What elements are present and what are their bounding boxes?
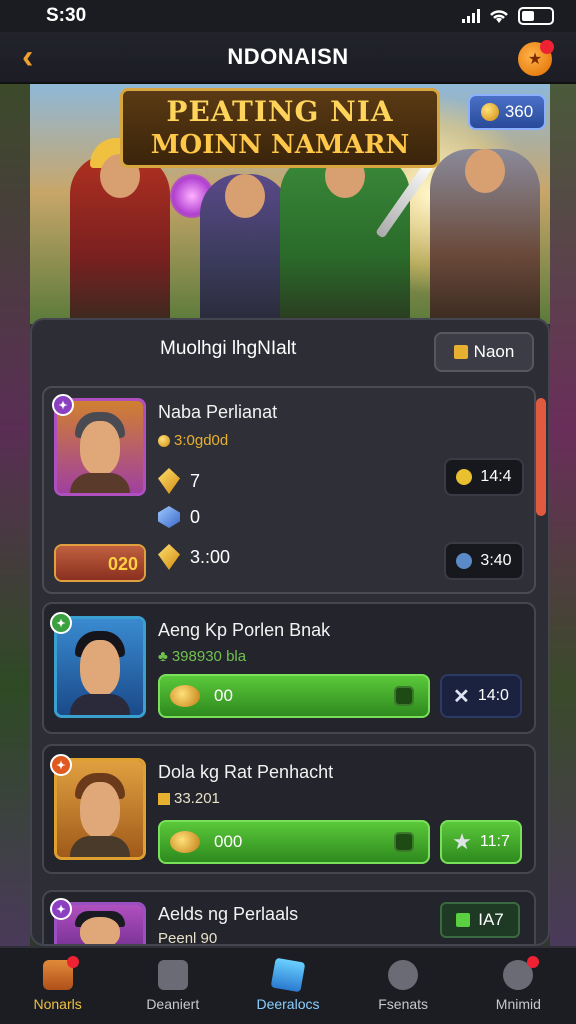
class-badge-icon: ✦	[52, 394, 74, 416]
hero-name: Naba Perlianat	[158, 402, 278, 422]
battle-button[interactable]: ✕ 14:0	[440, 674, 522, 718]
battery-icon	[518, 7, 554, 25]
event-banner[interactable]: PEATING NIA MOINN NAMARN 360	[30, 84, 550, 324]
hero-card[interactable]: ✦ Aelds ng Perlaals Peenl 90 IA7	[42, 890, 536, 946]
secondary-hero-badge: 020	[54, 544, 146, 582]
class-badge-icon: ✦	[50, 754, 72, 776]
gear-icon	[503, 956, 540, 990]
star-icon: ★	[452, 829, 472, 854]
bell-icon: ★	[527, 51, 543, 68]
hero-figure-warrior	[70, 138, 170, 324]
notification-dot	[66, 956, 79, 968]
rank-pill[interactable]: IA7	[440, 902, 520, 938]
profile-row: Muolhgi lhgNIalt Naon	[32, 320, 548, 382]
gold-coin-icon	[158, 434, 170, 447]
banner-title-line2: MOINN NAMARN	[150, 130, 410, 160]
stat-crystal: 0	[158, 506, 200, 528]
background-foliage-left	[0, 84, 30, 946]
page-title: NDONAISN	[227, 44, 349, 69]
stat-gold: 7	[158, 468, 200, 494]
back-arrow-icon[interactable]: ‹	[22, 38, 33, 77]
nav-label: Fsenats	[378, 996, 429, 1012]
hero-subtitle: Peenl 90	[158, 930, 218, 946]
nav-label: Deeralocs	[256, 996, 320, 1012]
notification-dot	[527, 956, 540, 968]
shield-pill[interactable]: 3:40	[444, 542, 524, 580]
banner-title-line1: PEATING NIA	[166, 95, 394, 128]
hero-list-panel: Muolhgi lhgNIalt Naon ✦ Naba Perlianat 3…	[30, 318, 550, 946]
hero-card[interactable]: ✦ Naba Perlianat 3:0gd0d 7 0 3.:00 020 1…	[42, 386, 536, 594]
scrollbar[interactable]	[536, 398, 546, 516]
currency-pill[interactable]: 360	[468, 94, 546, 130]
clover-icon: ♣	[158, 648, 168, 665]
nav-item-heroes[interactable]: Deeralocs	[238, 957, 338, 1012]
lock-icon	[394, 686, 414, 706]
nav-label: Deaniert	[146, 996, 200, 1012]
currency-value: 360	[504, 102, 534, 121]
hero-subtitle: ♣ 398930 bla	[158, 648, 247, 665]
nav-item-events[interactable]: Fsenats	[353, 960, 453, 1012]
nav-label: Nonarls	[33, 996, 82, 1012]
hero-name: Dola kg Rat Penhacht	[158, 762, 334, 782]
signal-icon	[462, 9, 480, 23]
wifi-icon	[490, 10, 508, 23]
gold-shield-icon	[170, 831, 200, 853]
home-icon	[42, 956, 79, 990]
nav-item-dungeon[interactable]: Deaniert	[123, 960, 223, 1012]
chest-icon	[453, 345, 468, 359]
class-badge-icon: ✦	[50, 898, 72, 920]
banner-title-plaque: PEATING NIA MOINN NAMARN	[120, 88, 440, 168]
nav-label: Mnimid	[495, 996, 541, 1012]
notification-dot	[540, 40, 554, 54]
upgrade-button[interactable]: 000	[158, 820, 430, 864]
target-icon	[388, 960, 419, 990]
hero-name: Aelds ng Perlaals	[158, 904, 299, 924]
upgrade-button[interactable]: 00	[158, 674, 430, 718]
hero-subtitle: 33.201	[158, 790, 220, 807]
status-time: S:30	[46, 5, 87, 26]
hero-name: Aeng Kp Porlen Bnak	[158, 620, 331, 640]
secondary-badge-value: 020	[107, 554, 138, 574]
notification-button[interactable]: ★	[518, 40, 554, 76]
profile-button-label: Naon	[473, 342, 515, 361]
hero-figure-barbarian	[430, 149, 540, 324]
nav-item-settings[interactable]: Mnimid	[468, 956, 568, 1012]
hero-figure-rogue	[200, 174, 290, 324]
bottom-navigation: Nonarls Deaniert Deeralocs Fsenats Mnimi…	[0, 946, 576, 1024]
status-bar: S:30	[0, 0, 576, 32]
status-icons	[462, 7, 554, 25]
shield-icon	[456, 553, 473, 569]
cube-icon	[270, 957, 306, 993]
class-badge-icon: ✦	[50, 612, 72, 634]
crossed-swords-icon: ✕	[453, 685, 470, 708]
star-button[interactable]: ★ 11:7	[440, 820, 522, 864]
profile-action-button[interactable]: Naon	[434, 332, 534, 372]
app-header: ‹ NDONAISN ★	[0, 32, 576, 84]
gold-shield-icon	[170, 685, 200, 707]
blue-crystal-icon	[158, 506, 180, 528]
hero-figure-ranger	[280, 154, 410, 324]
hero-subtitle: 3:0gd0d	[158, 432, 228, 449]
nav-item-home[interactable]: Nonarls	[8, 956, 108, 1012]
timer-pill[interactable]: 14:4	[444, 458, 524, 496]
gold-gem-icon	[158, 544, 180, 570]
hero-card[interactable]: ✦ Aeng Kp Porlen Bnak ♣ 398930 bla 00 ✕ 1…	[42, 602, 536, 734]
gold-gem-icon	[158, 468, 180, 494]
castle-icon	[157, 960, 188, 990]
profile-name: Muolhgi lhgNIalt	[160, 338, 297, 359]
hero-card[interactable]: ✦ Dola kg Rat Penhacht 33.201 000 ★ 11:7	[42, 744, 536, 874]
gold-coin-icon	[480, 103, 499, 121]
background-foliage-right	[550, 84, 576, 946]
chest-icon	[158, 792, 170, 805]
clock-icon	[456, 469, 473, 485]
stat-total: 3.:00	[158, 544, 230, 570]
lock-icon	[394, 832, 414, 852]
flag-icon	[456, 913, 471, 927]
